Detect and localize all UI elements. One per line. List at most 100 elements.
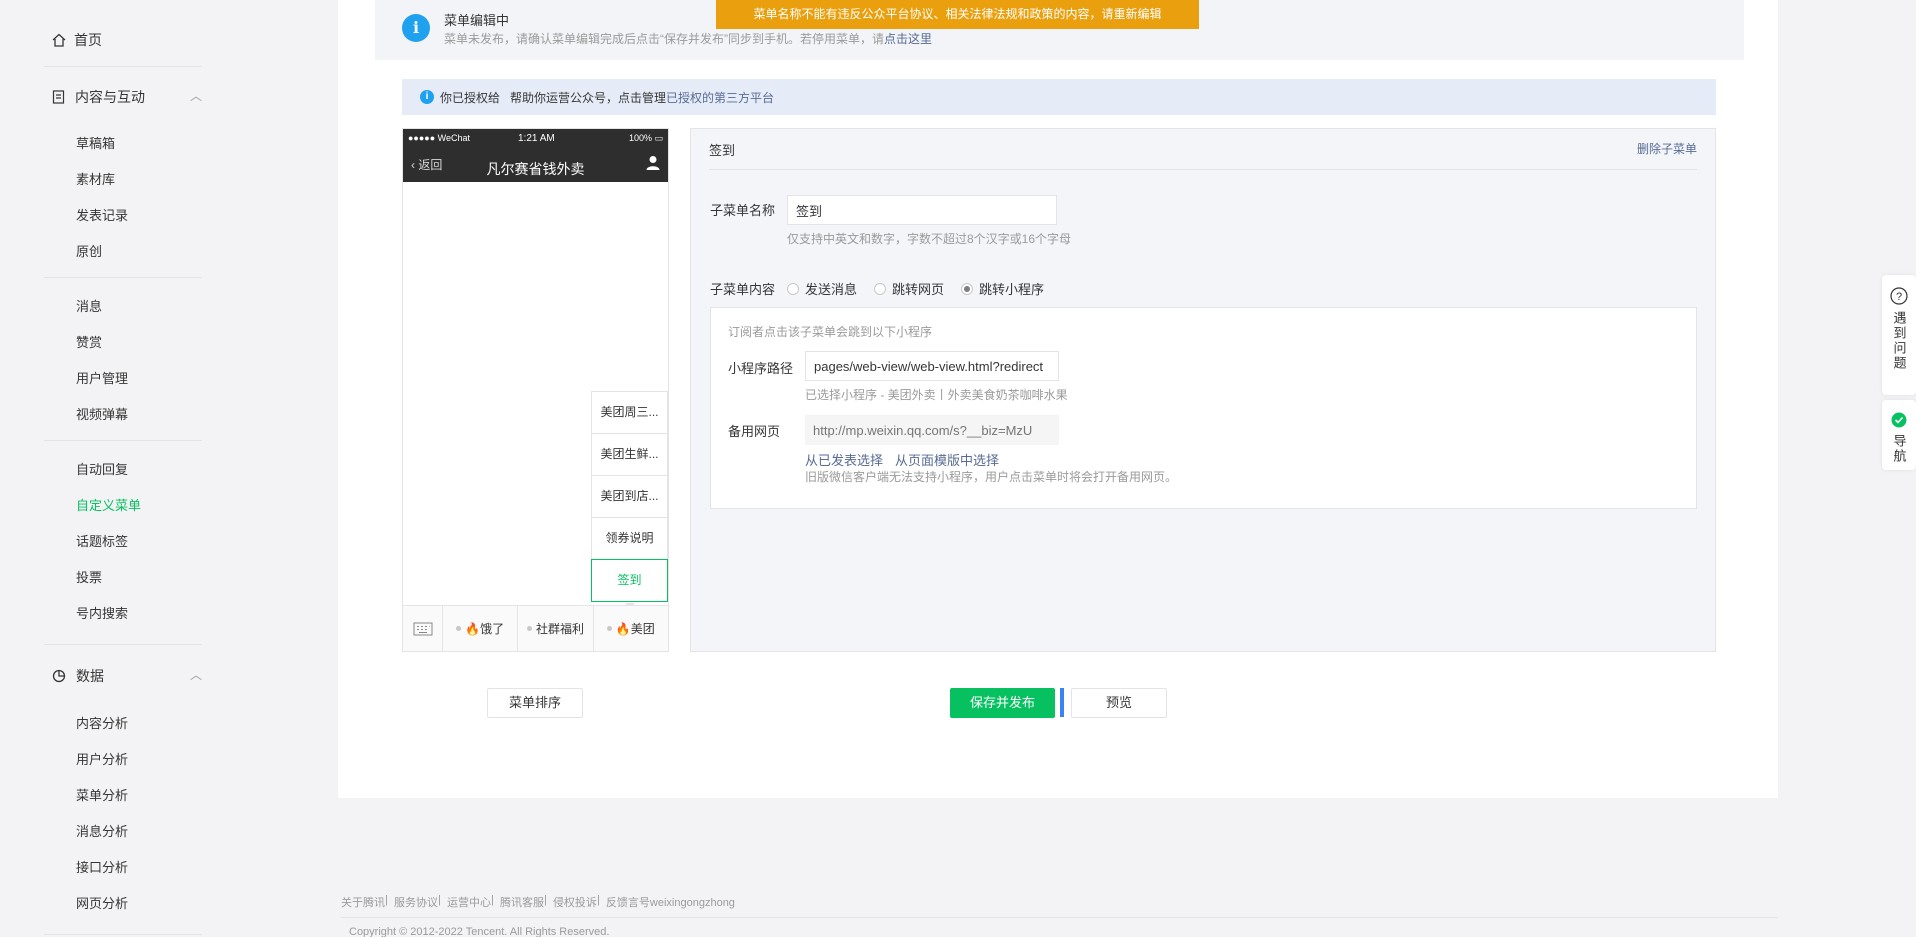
backup-webpage-input[interactable] <box>805 415 1059 445</box>
user-icon[interactable] <box>646 155 660 170</box>
sidebar-item-api-analysis[interactable]: 接口分析 <box>76 857 128 876</box>
miniprogram-path-input[interactable] <box>805 351 1059 381</box>
divider <box>44 934 202 935</box>
clock: 1:21 AM <box>518 133 555 144</box>
disable-menu-link[interactable]: 点击这里 <box>884 32 932 46</box>
sidebar-item-message-analysis[interactable]: 消息分析 <box>76 821 128 840</box>
navigation-icon <box>1891 412 1907 428</box>
sidebar-group-data[interactable]: 数据 ︿ <box>52 666 202 686</box>
sidebar-item-content-analysis[interactable]: 内容分析 <box>76 713 128 732</box>
menu-dot-icon <box>606 626 612 631</box>
sidebar-item-menu-analysis[interactable]: 菜单分析 <box>76 785 128 804</box>
auth-prefix: 你已授权给 <box>440 90 501 105</box>
menu-sort-button[interactable]: 菜单排序 <box>487 688 583 718</box>
radio-jump-webpage[interactable]: 跳转网页 <box>874 279 944 298</box>
nav-label: 导航 <box>1891 434 1907 464</box>
phone-menu-bar: 🔥饿了 社群福利 🔥美团 <box>403 605 668 651</box>
menu-dot-icon <box>526 626 532 631</box>
phone-status-bar: ●●●●● WeChat 1:21 AM 100% ▭ <box>408 133 663 144</box>
radio-send-message[interactable]: 发送消息 <box>787 279 857 298</box>
sidebar-item-web-analysis[interactable]: 网页分析 <box>76 893 128 912</box>
select-from-template-link[interactable]: 从页面模版中选择 <box>895 450 999 469</box>
authorized-platform-link[interactable]: 已授权的第三方平台 <box>666 89 774 106</box>
footer-divider <box>341 917 1778 918</box>
auth-notice-bar: i 你已授权给 帮助你运营公众号，点击管理 已授权的第三方平台 <box>402 79 1716 115</box>
sidebar: 首页 内容与互动 ︿ 草稿箱 素材库 发表记录 原创 消息 赞赏 用户管理 视频… <box>0 0 243 937</box>
sidebar-item-drafts[interactable]: 草稿箱 <box>76 133 115 152</box>
select-from-published-link[interactable]: 从已发表选择 <box>805 450 883 469</box>
account-title: 凡尔赛省钱外卖 <box>486 161 585 177</box>
carrier: ●●●●● WeChat <box>408 133 471 143</box>
copyright: Copyright © 2012-2022 Tencent. All Right… <box>349 926 610 937</box>
radio-jump-miniprogram[interactable]: 跳转小程序 <box>961 279 1044 298</box>
sidebar-item-vote[interactable]: 投票 <box>76 567 102 586</box>
backup-webpage-label: 备用网页 <box>728 424 781 439</box>
pie-chart-icon <box>52 669 66 683</box>
menu-tab[interactable]: 🔥饿了 <box>443 606 519 651</box>
sidebar-item-user-analysis[interactable]: 用户分析 <box>76 749 128 768</box>
submenu-name-label: 子菜单名称 <box>710 203 776 218</box>
submenu-name-input[interactable] <box>787 195 1057 225</box>
footer-link[interactable]: 反馈言号weixingongzhong <box>606 894 735 910</box>
save-publish-button[interactable]: 保存并发布 <box>950 688 1055 718</box>
submenu-item[interactable]: 美团生鲜... <box>591 433 668 475</box>
footer-link[interactable]: 服务协议 <box>394 894 438 910</box>
scrollbar[interactable] <box>1916 0 1920 937</box>
document-icon <box>52 90 65 104</box>
submenu-item[interactable]: 领券说明 <box>591 517 668 559</box>
miniprogram-settings: 订阅者点击该子菜单会跳到以下小程序 小程序路径 已选择小程序 - 美团外卖丨外卖… <box>710 307 1697 509</box>
help-widget[interactable]: ? 遇到问题 <box>1882 275 1916 395</box>
sidebar-item-auto-reply[interactable]: 自动回复 <box>76 459 128 478</box>
footer-link[interactable]: 腾讯客服 <box>500 894 544 910</box>
footer-link[interactable]: 关于腾讯 <box>341 894 385 910</box>
info-icon: i <box>402 14 430 42</box>
status-title: 菜单编辑中 <box>444 13 510 28</box>
sidebar-item-user-management[interactable]: 用户管理 <box>76 368 128 387</box>
submenu-item[interactable]: 美团周三... <box>591 391 668 433</box>
chevron-up-icon[interactable]: ︿ <box>190 87 202 104</box>
sidebar-item-in-account-search[interactable]: 号内搜索 <box>76 603 128 622</box>
menu-tab[interactable]: 🔥美团 <box>594 606 668 651</box>
sidebar-group-label: 数据 <box>76 668 104 684</box>
sidebar-group-content[interactable]: 内容与互动 ︿ <box>52 87 202 107</box>
menu-tab[interactable]: 社群福利 <box>518 606 594 651</box>
miniprogram-intro: 订阅者点击该子菜单会跳到以下小程序 <box>728 325 933 339</box>
phone-preview: ●●●●● WeChat 1:21 AM 100% ▭ ‹ 返回 凡尔赛省钱外卖… <box>402 128 669 652</box>
divider <box>44 277 202 278</box>
chevron-up-icon[interactable]: ︿ <box>190 666 202 683</box>
sidebar-item-original[interactable]: 原创 <box>76 241 102 260</box>
backup-note: 旧版微信客户端无法支持小程序，用户点击菜单时将会打开备用网页。 <box>805 470 1178 484</box>
backup-links: 从已发表选择 从页面模版中选择 <box>805 450 999 469</box>
submenu-item-selected[interactable]: 签到 <box>591 559 668 602</box>
nav-widget[interactable]: 导航 <box>1882 400 1916 470</box>
radio-icon <box>787 282 799 295</box>
menu-dot-icon <box>456 626 462 631</box>
sidebar-item-materials[interactable]: 素材库 <box>76 169 115 188</box>
sidebar-item-publish-history[interactable]: 发表记录 <box>76 205 128 224</box>
sidebar-item-video-danmaku[interactable]: 视频弹幕 <box>76 404 128 423</box>
delete-submenu-link[interactable]: 删除子菜单 <box>1637 140 1697 157</box>
miniprogram-selected: 已选择小程序 - 美团外卖丨外卖美食奶茶咖啡水果 <box>805 388 1068 402</box>
submenu-editor: 签到 删除子菜单 子菜单名称 仅支持中英文和数字，字数不超过8个汉字或16个字母… <box>690 128 1716 652</box>
keyboard-icon[interactable] <box>403 606 443 651</box>
footer-link[interactable]: 运营中心 <box>447 894 491 910</box>
preview-button[interactable]: 预览 <box>1071 688 1167 718</box>
sidebar-item-topic-tags[interactable]: 话题标签 <box>76 531 128 550</box>
submenu-list: 美团周三... 美团生鲜... 美团到店... 领券说明 签到 <box>591 391 668 609</box>
miniprogram-path-label: 小程序路径 <box>728 361 794 376</box>
focus-indicator <box>1060 688 1064 717</box>
help-label: 遇到问题 <box>1891 311 1907 371</box>
warning-banner: 菜单名称不能有违反公众平台协议、相关法律法规和政策的内容，请重新编辑 <box>716 0 1199 29</box>
battery: 100% ▭ <box>628 133 663 143</box>
auth-text: 帮助你运营公众号，点击管理 <box>510 90 667 105</box>
submenu-name-hint: 仅支持中英文和数字，字数不超过8个汉字或16个字母 <box>787 232 1072 246</box>
sidebar-item-label: 首页 <box>74 32 102 48</box>
sidebar-item-home[interactable]: 首页 <box>52 30 102 50</box>
sidebar-item-custom-menu[interactable]: 自定义菜单 <box>76 495 141 514</box>
footer-link[interactable]: 侵权投诉 <box>553 894 597 910</box>
sidebar-item-appreciation[interactable]: 赞赏 <box>76 332 102 351</box>
divider <box>44 440 202 441</box>
submenu-item[interactable]: 美团到店... <box>591 475 668 517</box>
question-icon: ? <box>1890 287 1908 305</box>
sidebar-item-messages[interactable]: 消息 <box>76 296 102 315</box>
